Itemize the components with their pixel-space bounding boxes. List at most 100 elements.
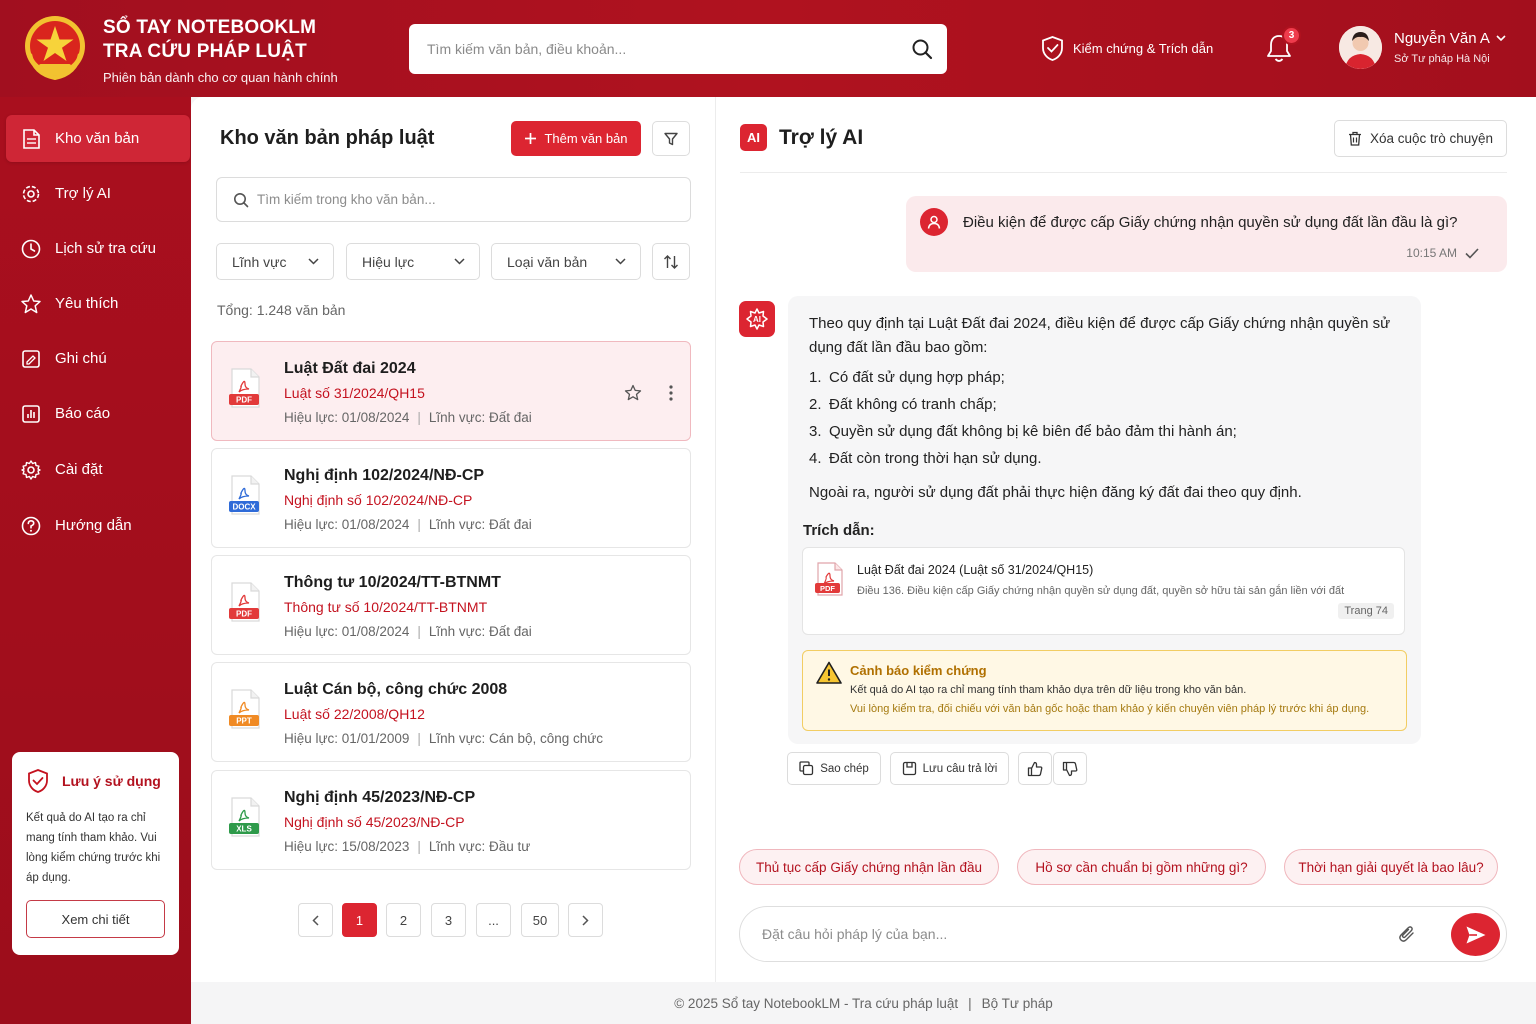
- composer: [739, 906, 1507, 962]
- filter-button[interactable]: [652, 121, 690, 156]
- document-card[interactable]: DOCX Nghị định 102/2024/NĐ-CP Nghị định số…: [211, 448, 691, 548]
- library-search-input[interactable]: [257, 178, 677, 221]
- usage-notice-title: Lưu ý sử dụng: [26, 768, 161, 794]
- chevron-down-icon: [1496, 35, 1506, 42]
- suggestion-chip[interactable]: Hồ sơ cần chuẩn bị gồm những gì?: [1017, 849, 1266, 885]
- more-options-icon[interactable]: [668, 384, 674, 402]
- document-number: Luật số 22/2008/QH12: [284, 706, 425, 722]
- clear-conversation-button[interactable]: Xóa cuộc trò chuyện: [1334, 120, 1507, 157]
- document-meta: Hiệu lực: 15/08/2023 | Lĩnh vực: Đầu tư: [284, 839, 531, 854]
- sidebar-item-notes[interactable]: Ghi chú: [6, 335, 190, 382]
- footer: © 2025 Sổ tay NotebookLM - Tra cứu pháp …: [191, 982, 1536, 1024]
- meta-separator: |: [417, 517, 421, 532]
- paperclip-icon[interactable]: [1398, 924, 1416, 944]
- warning-line-2: Vui lòng kiểm tra, đối chiếu với văn bản…: [850, 703, 1370, 715]
- document-card[interactable]: XLS Nghị định 45/2023/NĐ-CP Nghị định số 4…: [211, 770, 691, 870]
- sidebar-item-settings[interactable]: Cài đặt: [6, 446, 190, 493]
- thumbs-up-icon: [1027, 761, 1043, 777]
- document-card[interactable]: PDF Luật Đất đai 2024 Luật số 31/2024/QH15…: [211, 341, 691, 441]
- suggestion-chip[interactable]: Thủ tục cấp Giấy chứng nhận lần đầu: [739, 849, 999, 885]
- app-header: SỔ TAY NOTEBOOKLM TRA CỨU PHÁP LUẬT Phiê…: [0, 0, 1536, 97]
- sidebar-item-reports[interactable]: Báo cáo: [6, 390, 190, 437]
- brand-subtitle: Phiên bản dành cho cơ quan hành chính: [103, 70, 338, 85]
- sidebar-item-favorites[interactable]: Yêu thích: [6, 280, 190, 327]
- pager-prev-button[interactable]: [298, 903, 333, 937]
- suggestion-chip[interactable]: Thời hạn giải quyết là bao lâu?: [1284, 849, 1498, 885]
- save-answer-button[interactable]: Lưu câu trả lời: [890, 752, 1009, 785]
- svg-text:AI: AI: [753, 315, 761, 324]
- global-search-input[interactable]: [427, 24, 897, 74]
- user-message-time: 10:15 AM: [1406, 246, 1479, 260]
- sidebar-item-ai-assistant[interactable]: Trợ lý AI: [6, 170, 190, 217]
- pager-next-button[interactable]: [568, 903, 603, 937]
- question-input[interactable]: [762, 907, 1382, 961]
- document-number: Luật số 31/2024/QH15: [284, 385, 425, 401]
- chevron-left-icon: [312, 914, 319, 926]
- user-message-text: Điều kiện để được cấp Giấy chứng nhận qu…: [963, 214, 1458, 231]
- brand: SỔ TAY NOTEBOOKLM TRA CỨU PHÁP LUẬT Phiê…: [103, 16, 338, 85]
- sidebar-item-history[interactable]: Lịch sử tra cứu: [6, 225, 190, 272]
- user-organization: Sở Tư pháp Hà Nội: [1394, 53, 1490, 65]
- sidebar-item-library[interactable]: Kho văn bản: [6, 115, 190, 162]
- thumbs-down-button[interactable]: [1053, 752, 1087, 785]
- sidebar-item-help[interactable]: Hướng dẫn: [6, 502, 190, 549]
- answer-list-item: 4. Đất còn trong thời hạn sử dụng.: [809, 450, 1042, 467]
- copy-button[interactable]: Sao chép: [787, 752, 881, 785]
- document-title: Nghị định 102/2024/NĐ-CP: [284, 467, 485, 484]
- library-title: Kho văn bản pháp luật: [220, 127, 435, 149]
- svg-text:PDF: PDF: [236, 610, 252, 619]
- pager-page-1[interactable]: 1: [342, 903, 377, 937]
- effect-dropdown[interactable]: Hiệu lực: [346, 243, 480, 280]
- plus-icon: [524, 132, 537, 145]
- docx-file-icon: DOCX: [228, 475, 262, 515]
- meta-separator: |: [417, 624, 421, 639]
- citation-page: Trang 74: [1338, 603, 1394, 619]
- search-icon[interactable]: [911, 38, 933, 60]
- usage-notice-card: Lưu ý sử dụng Kết quả do AI tạo ra chỉ m…: [12, 752, 179, 955]
- document-number: Nghị định số 102/2024/NĐ-CP: [284, 492, 473, 508]
- star-icon[interactable]: [624, 384, 642, 402]
- save-icon: [902, 761, 917, 776]
- notification-badge: 3: [1282, 26, 1301, 45]
- field-dropdown[interactable]: Lĩnh vực: [216, 243, 334, 280]
- pager-page-2[interactable]: 2: [386, 903, 421, 937]
- copy-icon: [799, 761, 814, 776]
- document-title: Thông tư 10/2024/TT-BTNMT: [284, 574, 501, 591]
- pdf-file-icon: PDF: [228, 368, 262, 408]
- document-title: Luật Đất đai 2024: [284, 360, 416, 377]
- thumbs-up-button[interactable]: [1018, 752, 1052, 785]
- document-card[interactable]: PDF Thông tư 10/2024/TT-BTNMT Thông tư số …: [211, 555, 691, 655]
- document-card[interactable]: PPT Luật Cán bộ, công chức 2008 Luật số 22…: [211, 662, 691, 762]
- document-meta: Hiệu lực: 01/08/2024 | Lĩnh vực: Đất đai: [284, 410, 532, 425]
- svg-text:DOCX: DOCX: [232, 503, 256, 512]
- check-icon: [1465, 247, 1479, 259]
- verify-citation-label: Kiểm chứng & Trích dẫn: [1073, 41, 1214, 56]
- verify-citation-link[interactable]: Kiểm chứng & Trích dẫn: [1040, 35, 1213, 62]
- pager-page-3[interactable]: 3: [431, 903, 466, 937]
- doc-type-dropdown[interactable]: Loại văn bản: [491, 243, 641, 280]
- note-icon: [20, 348, 55, 370]
- usage-notice-text: Kết quả do AI tạo ra chỉ mang tính tham …: [26, 812, 161, 884]
- citation-description: Điều 136. Điều kiện cấp Giấy chứng nhận …: [857, 585, 1345, 597]
- view-details-button[interactable]: Xem chi tiết: [26, 900, 165, 938]
- chevron-down-icon: [454, 258, 465, 265]
- chevron-down-icon: [615, 258, 626, 265]
- document-number: Nghị định số 45/2023/NĐ-CP: [284, 814, 465, 830]
- send-button[interactable]: [1451, 913, 1500, 956]
- sort-button[interactable]: [652, 243, 690, 280]
- pdf-file-icon: PDF: [228, 582, 262, 622]
- add-document-button[interactable]: Thêm văn bản: [511, 121, 641, 156]
- pdf-file-icon: PDF: [815, 562, 845, 596]
- meta-separator: |: [417, 410, 421, 425]
- citation-card[interactable]: PDF Luật Đất đai 2024 (Luật số 31/2024/Q…: [802, 547, 1405, 635]
- user-message: Điều kiện để được cấp Giấy chứng nhận qu…: [906, 196, 1507, 272]
- pager-page-50[interactable]: 50: [521, 903, 559, 937]
- gear-icon: [20, 459, 55, 481]
- answer-list-item: 1. Có đất sử dụng hợp pháp;: [809, 369, 1005, 386]
- warning-line-1: Kết quả do AI tạo ra chỉ mang tính tham …: [850, 684, 1247, 696]
- svg-text:XLS: XLS: [236, 825, 252, 834]
- assistant-title: Trợ lý AI: [779, 126, 864, 149]
- document-title: Luật Cán bộ, công chức 2008: [284, 681, 508, 698]
- user-menu[interactable]: Nguyễn Văn A Sở Tư pháp Hà Nội: [1339, 26, 1506, 69]
- footer-copyright: © 2025 Sổ tay NotebookLM - Tra cứu pháp …: [674, 995, 959, 1011]
